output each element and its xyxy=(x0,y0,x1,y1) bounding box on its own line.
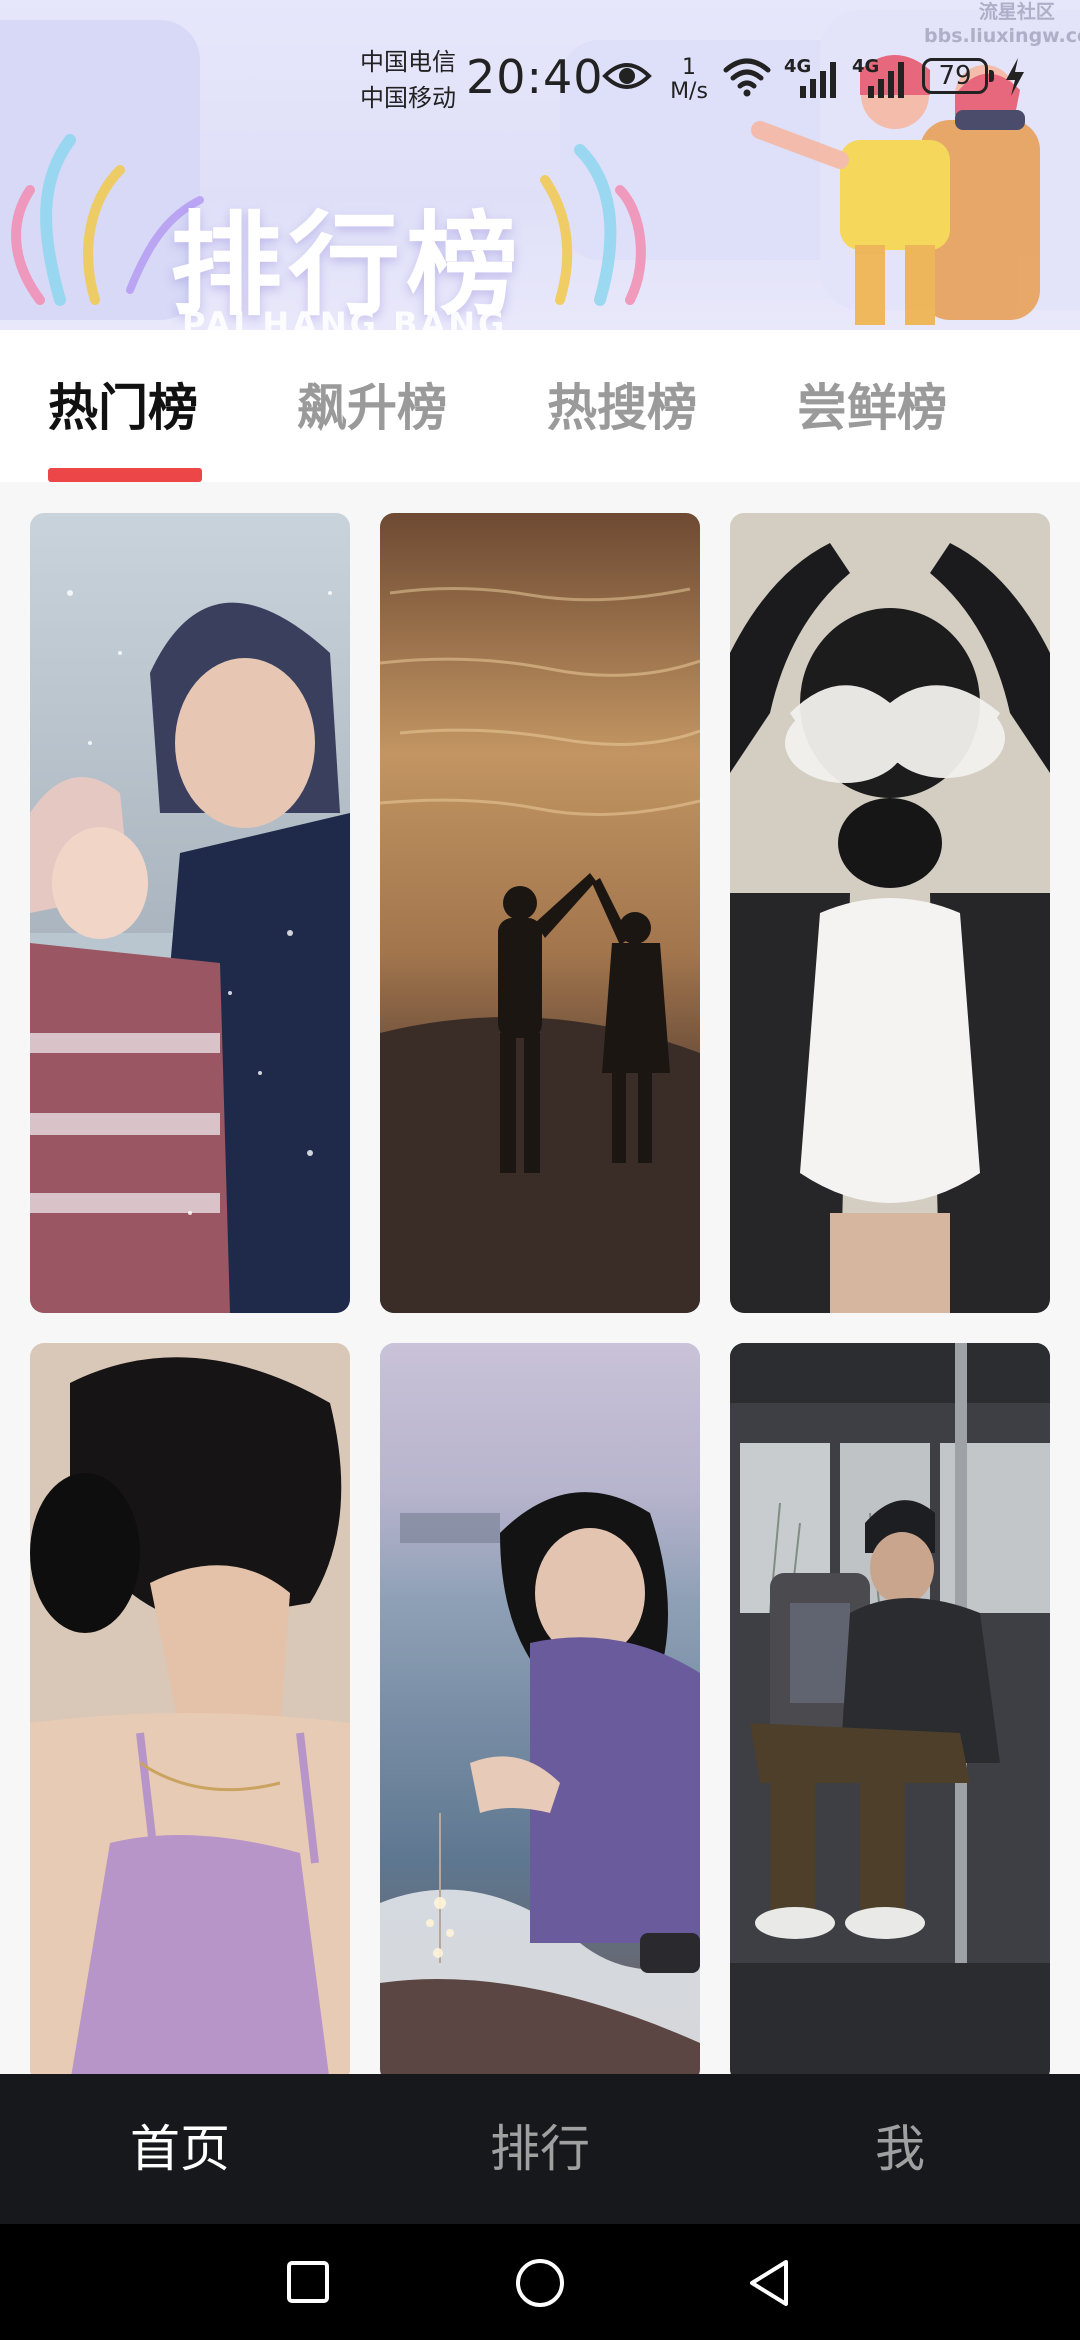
carrier-labels: 中国电信 中国移动 xyxy=(360,44,456,116)
system-navigation-bar xyxy=(0,2224,1080,2340)
couple-dancing-beach-sunset-photo xyxy=(380,513,700,1313)
net-speed-unit: M/s xyxy=(670,79,708,104)
wallpaper-grid xyxy=(0,482,1080,2083)
signal-icon: 4G xyxy=(852,56,910,100)
firework-icon xyxy=(540,144,646,306)
banner-subtitle: PAI HANG BANG xyxy=(182,305,508,330)
watermark-line-2: bbs.liuxingw.com xyxy=(924,25,1080,47)
tab-new[interactable]: 尝鲜榜 xyxy=(797,368,947,438)
tab-rising[interactable]: 飙升榜 xyxy=(297,368,447,438)
eye-icon xyxy=(602,63,652,89)
bottom-navigation: 首页 排行 我 xyxy=(0,2074,1080,2224)
wallpaper-card[interactable] xyxy=(380,1343,700,2083)
nav-home[interactable]: 首页 xyxy=(80,2074,280,2224)
girl-hair-bun-lilac-top-photo xyxy=(30,1343,350,2083)
back-triangle-icon[interactable] xyxy=(746,2258,792,2308)
signal-icon: 4G xyxy=(784,56,842,100)
home-circle-icon[interactable] xyxy=(514,2257,566,2309)
nav-me[interactable]: 我 xyxy=(800,2074,1000,2224)
signal-bars xyxy=(868,62,904,98)
girl-hair-scrunchie-back-photo xyxy=(730,513,1050,1313)
wallpaper-card[interactable] xyxy=(730,513,1050,1313)
couple-in-snow-photo xyxy=(30,513,350,1313)
wallpaper-card[interactable] xyxy=(380,513,700,1313)
wallpaper-card[interactable] xyxy=(30,1343,350,2083)
wifi-icon xyxy=(723,58,771,97)
tab-hot[interactable]: 热门榜 xyxy=(48,368,198,438)
nav-ranking[interactable]: 排行 xyxy=(440,2074,640,2224)
wallpaper-card[interactable] xyxy=(730,1343,1050,2083)
status-bar: 中国电信 中国移动 20:40 1 M/s 4G 4G 79 流星社区 bbs.… xyxy=(0,0,1080,150)
tab-hot-search[interactable]: 热搜榜 xyxy=(547,368,697,438)
net-speed-value: 1 xyxy=(682,55,696,80)
battery-icon: 79 xyxy=(922,58,994,94)
charging-icon xyxy=(1006,58,1024,96)
watermark-line-1: 流星社区 xyxy=(978,1,1055,23)
carrier-1: 中国电信 xyxy=(360,48,456,76)
watermark: 流星社区 bbs.liuxingw.com xyxy=(924,0,1080,48)
signal-bars xyxy=(800,62,836,98)
recents-square-icon[interactable] xyxy=(286,2260,330,2304)
net-speed: 1 M/s xyxy=(664,56,714,104)
girl-sparkler-seaside-photo xyxy=(380,1343,700,2083)
ranking-tabs: 热门榜 飙升榜 热搜榜 尝鲜榜 xyxy=(0,330,1080,482)
person-sitting-on-bus-photo xyxy=(730,1343,1050,2083)
wallpaper-card[interactable] xyxy=(30,513,350,1313)
carrier-2: 中国移动 xyxy=(360,84,456,112)
status-time: 20:40 xyxy=(466,50,604,104)
app-root: 排行榜 PAI HANG BANG 中国电信 中国移动 20:40 1 M/s … xyxy=(0,0,1080,2340)
active-tab-indicator xyxy=(48,468,202,482)
